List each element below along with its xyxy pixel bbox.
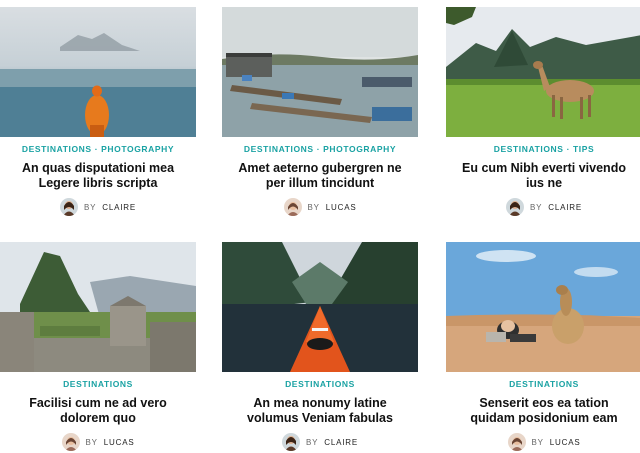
author-prefix: BY — [530, 202, 543, 212]
post-image — [0, 7, 196, 137]
category-link[interactable]: DESTINATIONS — [22, 144, 92, 154]
author-name[interactable]: CLAIRE — [102, 203, 136, 212]
category-link[interactable]: DESTINATIONS — [285, 379, 355, 389]
category-separator: · — [316, 144, 321, 154]
category-link[interactable]: PHOTOGRAPHY — [101, 144, 174, 154]
author-avatar[interactable] — [283, 198, 302, 216]
post-author: BY CLAIRE — [446, 198, 640, 216]
post-author: BY LUCAS — [222, 198, 418, 216]
author-prefix: BY — [306, 437, 319, 447]
post-image — [0, 242, 196, 372]
post-image — [446, 7, 640, 137]
category-link[interactable]: DESTINATIONS — [494, 144, 564, 154]
post-title[interactable]: Senserit eos ea tation quidam posidonium… — [456, 396, 632, 426]
category-link[interactable]: DESTINATIONS — [244, 144, 314, 154]
post-image-link[interactable] — [0, 242, 196, 372]
post-title[interactable]: Facilisi cum ne ad vero dolorem quo — [10, 396, 186, 426]
post-categories: DESTINATIONS · PHOTOGRAPHY — [222, 143, 418, 155]
post-title[interactable]: Amet aeterno gubergren ne per illum tinc… — [232, 161, 408, 191]
post-categories: DESTINATIONS — [446, 378, 640, 390]
author-prefix: BY — [531, 437, 544, 447]
post-categories: DESTINATIONS — [0, 378, 196, 390]
category-separator: · — [566, 144, 570, 154]
post-title[interactable]: An mea nonumy latine volumus Veniam fabu… — [232, 396, 408, 426]
author-name[interactable]: LUCAS — [550, 438, 581, 447]
post-card: DESTINATIONS Senserit eos ea tation quid… — [446, 242, 640, 451]
post-image-link[interactable] — [222, 242, 418, 372]
post-categories: DESTINATIONS — [222, 378, 418, 390]
author-name[interactable]: LUCAS — [104, 438, 135, 447]
post-title[interactable]: An quas disputationi mea Legere libris s… — [10, 161, 186, 191]
author-avatar[interactable] — [60, 198, 78, 216]
post-image — [446, 242, 640, 372]
author-name[interactable]: CLAIRE — [548, 203, 582, 212]
author-prefix: BY — [85, 437, 98, 447]
author-avatar[interactable] — [507, 433, 526, 451]
post-categories: DESTINATIONS · TIPS — [446, 143, 640, 155]
post-image-link[interactable] — [222, 7, 418, 137]
post-author: BY LUCAS — [0, 433, 196, 451]
post-image — [222, 242, 418, 372]
post-author: BY CLAIRE — [222, 433, 418, 451]
post-image — [222, 7, 418, 137]
author-avatar[interactable] — [61, 433, 80, 451]
author-prefix: BY — [84, 202, 97, 212]
post-card: DESTINATIONS An mea nonumy latine volumu… — [222, 242, 418, 451]
author-name[interactable]: CLAIRE — [324, 438, 358, 447]
author-name[interactable]: LUCAS — [326, 203, 357, 212]
category-link[interactable]: TIPS — [573, 144, 594, 154]
post-image-link[interactable] — [446, 7, 640, 137]
post-image-link[interactable] — [0, 7, 196, 137]
author-avatar[interactable] — [282, 433, 300, 451]
author-avatar[interactable] — [506, 198, 524, 216]
post-card: DESTINATIONS · TIPS Eu cum Nibh everti viv… — [446, 7, 640, 216]
category-separator: · — [94, 144, 99, 154]
category-link[interactable]: PHOTOGRAPHY — [323, 144, 396, 154]
post-card: DESTINATIONS Facilisi cum ne ad vero dol… — [0, 242, 196, 451]
post-author: BY CLAIRE — [0, 198, 196, 216]
post-author: BY LUCAS — [446, 433, 640, 451]
post-card: DESTINATIONS · PHOTOGRAPHY Amet aeterno gu… — [222, 7, 418, 216]
post-image-link[interactable] — [446, 242, 640, 372]
category-link[interactable]: DESTINATIONS — [509, 379, 579, 389]
category-link[interactable]: DESTINATIONS — [63, 379, 133, 389]
author-prefix: BY — [307, 202, 320, 212]
post-categories: DESTINATIONS · PHOTOGRAPHY — [0, 143, 196, 155]
post-card: DESTINATIONS · PHOTOGRAPHY An quas disputa… — [0, 7, 196, 216]
post-title[interactable]: Eu cum Nibh everti vivendo ius ne — [456, 161, 632, 191]
